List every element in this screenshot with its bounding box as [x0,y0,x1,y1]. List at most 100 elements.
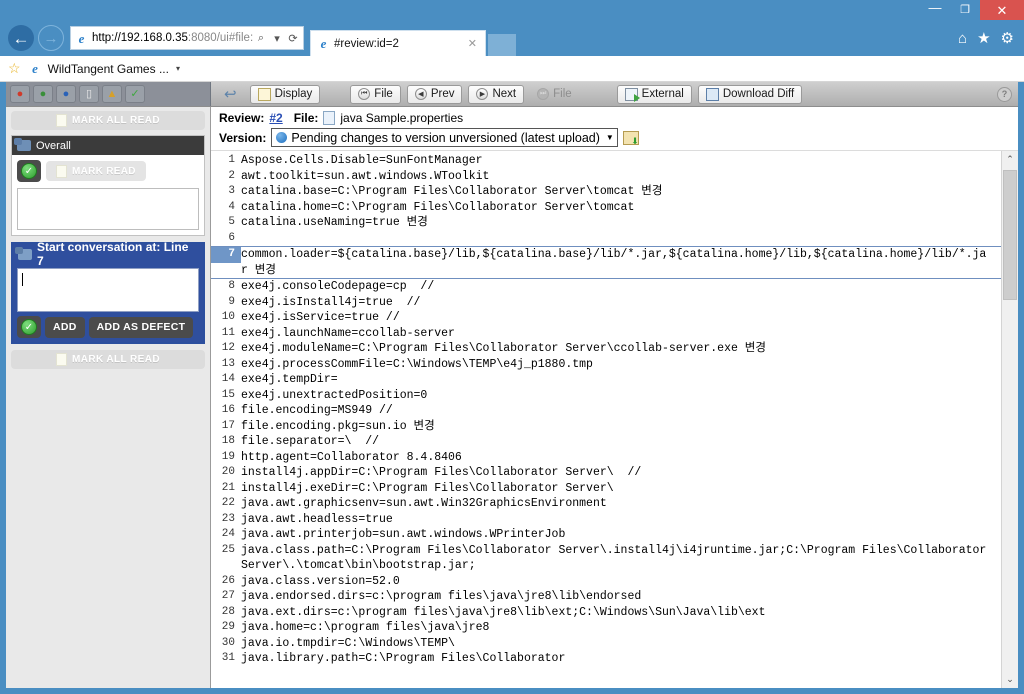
line-number[interactable]: 7 [211,247,241,263]
conversation-comment-input[interactable] [17,268,199,312]
line-number[interactable]: 1 [211,153,241,169]
line-number[interactable]: 30 [211,636,241,652]
maximize-button[interactable]: ❐ [950,0,980,20]
code-line[interactable]: 7 common.loader=${catalina.base}/lib,${ca… [211,246,1001,279]
code-line[interactable]: 15 exe4j.unextractedPosition=0 [211,388,1001,404]
scrollbar-thumb[interactable] [1003,170,1017,300]
line-number[interactable]: 17 [211,419,241,435]
address-bar[interactable]: e http://192.168.0.35:8080/ui#file: ⌕ ▾ … [70,26,304,50]
line-number[interactable]: 14 [211,372,241,388]
line-number[interactable]: 15 [211,388,241,404]
back-button[interactable]: ← [8,25,34,51]
mark-read-button[interactable]: MARK READ [46,161,146,181]
defect-red-icon[interactable]: ● [10,85,30,103]
minimize-button[interactable]: — [920,0,950,20]
favorites-icon[interactable]: ★ [977,29,990,47]
code-line[interactable]: 22 java.awt.graphicsenv=sun.awt.Win32Grap… [211,496,1001,512]
code-line[interactable]: 9 exe4j.isInstall4j=true // [211,295,1001,311]
mark-all-read-bottom-button[interactable]: MARK ALL READ [11,350,205,369]
code-line[interactable]: 11 exe4j.launchName=ccollab-server [211,326,1001,342]
alert-icon[interactable]: ▲ [102,85,122,103]
code-line[interactable]: 1 Aspose.Cells.Disable=SunFontManager [211,153,1001,169]
favorite-item-label[interactable]: WildTangent Games ... [48,62,169,76]
line-number[interactable]: 27 [211,589,241,605]
forward-button[interactable]: → [38,25,64,51]
code-line[interactable]: 5 catalina.useNaming=true 변경 [211,215,1001,231]
code-line[interactable]: 17 file.encoding.pkg=sun.io 변경 [211,419,1001,435]
line-number[interactable]: 16 [211,403,241,419]
code-line[interactable]: 13 exe4j.processCommFile=C:\Windows\TEMP\… [211,357,1001,373]
line-number[interactable]: 25 [211,543,241,559]
next-button[interactable]: ▶ Next [468,84,525,104]
line-number[interactable]: 18 [211,434,241,450]
code-line[interactable]: 26 java.class.version=52.0 [211,574,1001,590]
code-line[interactable]: 23 java.awt.headless=true [211,512,1001,528]
code-line[interactable]: 3 catalina.base=C:\Program Files\Collabor… [211,184,1001,200]
code-line[interactable]: 16 file.encoding=MS949 // [211,403,1001,419]
line-number[interactable]: 9 [211,295,241,311]
line-number[interactable]: 3 [211,184,241,200]
code-line[interactable]: 8 exe4j.consoleCodepage=cp // [211,279,1001,295]
code-line[interactable]: 31 java.library.path=C:\Program Files\Col… [211,651,1001,667]
code-line[interactable]: 10 exe4j.isService=true // [211,310,1001,326]
line-number[interactable]: 13 [211,357,241,373]
code-line[interactable]: 28 java.ext.dirs=c:\program files\java\jr… [211,605,1001,621]
home-icon[interactable]: ⌂ [958,30,967,47]
line-number[interactable]: 26 [211,574,241,590]
browser-tab[interactable]: e #review:id=2 ✕ [310,30,486,56]
refresh-icon[interactable]: ⟳ [285,32,301,45]
line-number[interactable]: 2 [211,169,241,185]
settings-gear-icon[interactable]: ⚙ [1001,29,1014,47]
chevron-down-icon[interactable]: ▾ [176,64,180,73]
line-number[interactable]: 22 [211,496,241,512]
line-number[interactable]: 5 [211,215,241,231]
code-line[interactable]: 30 java.io.tmpdir=C:\Windows\TEMP\ [211,636,1001,652]
upload-icon[interactable] [622,130,639,146]
line-number[interactable]: 29 [211,620,241,636]
comment-icon[interactable]: ▯ [79,85,99,103]
line-number[interactable]: 4 [211,200,241,216]
undo-button[interactable]: ↩ [217,85,244,104]
line-number[interactable]: 21 [211,481,241,497]
line-number[interactable]: 11 [211,326,241,342]
code-line[interactable]: 19 http.agent=Collaborator 8.4.8406 [211,450,1001,466]
first-file-button[interactable]: ⏮ File [350,84,401,104]
line-number[interactable]: 23 [211,512,241,528]
mark-all-read-top-button[interactable]: MARK ALL READ [11,111,205,130]
display-button[interactable]: Display [249,84,321,104]
line-number[interactable]: 10 [211,310,241,326]
line-number[interactable]: 31 [211,651,241,667]
accept-icon[interactable]: ✓ [125,85,145,103]
scroll-up-button[interactable]: ⌃ [1002,151,1018,168]
code-line[interactable]: 20 install4j.appDir=C:\Program Files\Coll… [211,465,1001,481]
version-select[interactable]: Pending changes to version unversioned (… [271,128,618,147]
help-icon[interactable]: ? [997,86,1012,102]
add-button[interactable]: ADD [45,316,85,338]
code-line[interactable]: 27 java.endorsed.dirs=c:\program files\ja… [211,589,1001,605]
close-button[interactable]: ✕ [980,0,1024,20]
code-line[interactable]: 25 java.class.path=C:\Program Files\Colla… [211,543,1001,574]
code-line[interactable]: 14 exe4j.tempDir= [211,372,1001,388]
add-favorite-star-icon[interactable]: ☆ [8,60,21,77]
add-as-defect-button[interactable]: ADD AS DEFECT [88,316,194,338]
tab-close-icon[interactable]: ✕ [464,37,481,50]
line-number[interactable]: 6 [211,231,241,247]
code-line[interactable]: 24 java.awt.printerjob=sun.awt.windows.WP… [211,527,1001,543]
defect-fixed-icon[interactable]: ● [33,85,53,103]
line-number[interactable]: 24 [211,527,241,543]
line-number[interactable]: 19 [211,450,241,466]
review-id-link[interactable]: #2 [269,111,282,125]
code-line[interactable]: 18 file.separator=\ // [211,434,1001,450]
download-diff-button[interactable]: Download Diff [697,84,803,104]
scroll-down-button[interactable]: ⌄ [1002,671,1018,688]
line-number[interactable]: 12 [211,341,241,357]
line-number[interactable]: 20 [211,465,241,481]
code-line[interactable]: 21 install4j.exeDir=C:\Program Files\Coll… [211,481,1001,497]
code-line[interactable]: 29 java.home=c:\program files\java\jre8 [211,620,1001,636]
search-icon[interactable]: ⌕ [253,32,269,45]
code-line[interactable]: 12 exe4j.moduleName=C:\Program Files\Coll… [211,341,1001,357]
conversation-accept-button[interactable]: ✓ [17,316,41,338]
overall-comment-input[interactable] [17,188,199,230]
new-tab-button[interactable] [488,34,516,56]
line-number[interactable]: 28 [211,605,241,621]
